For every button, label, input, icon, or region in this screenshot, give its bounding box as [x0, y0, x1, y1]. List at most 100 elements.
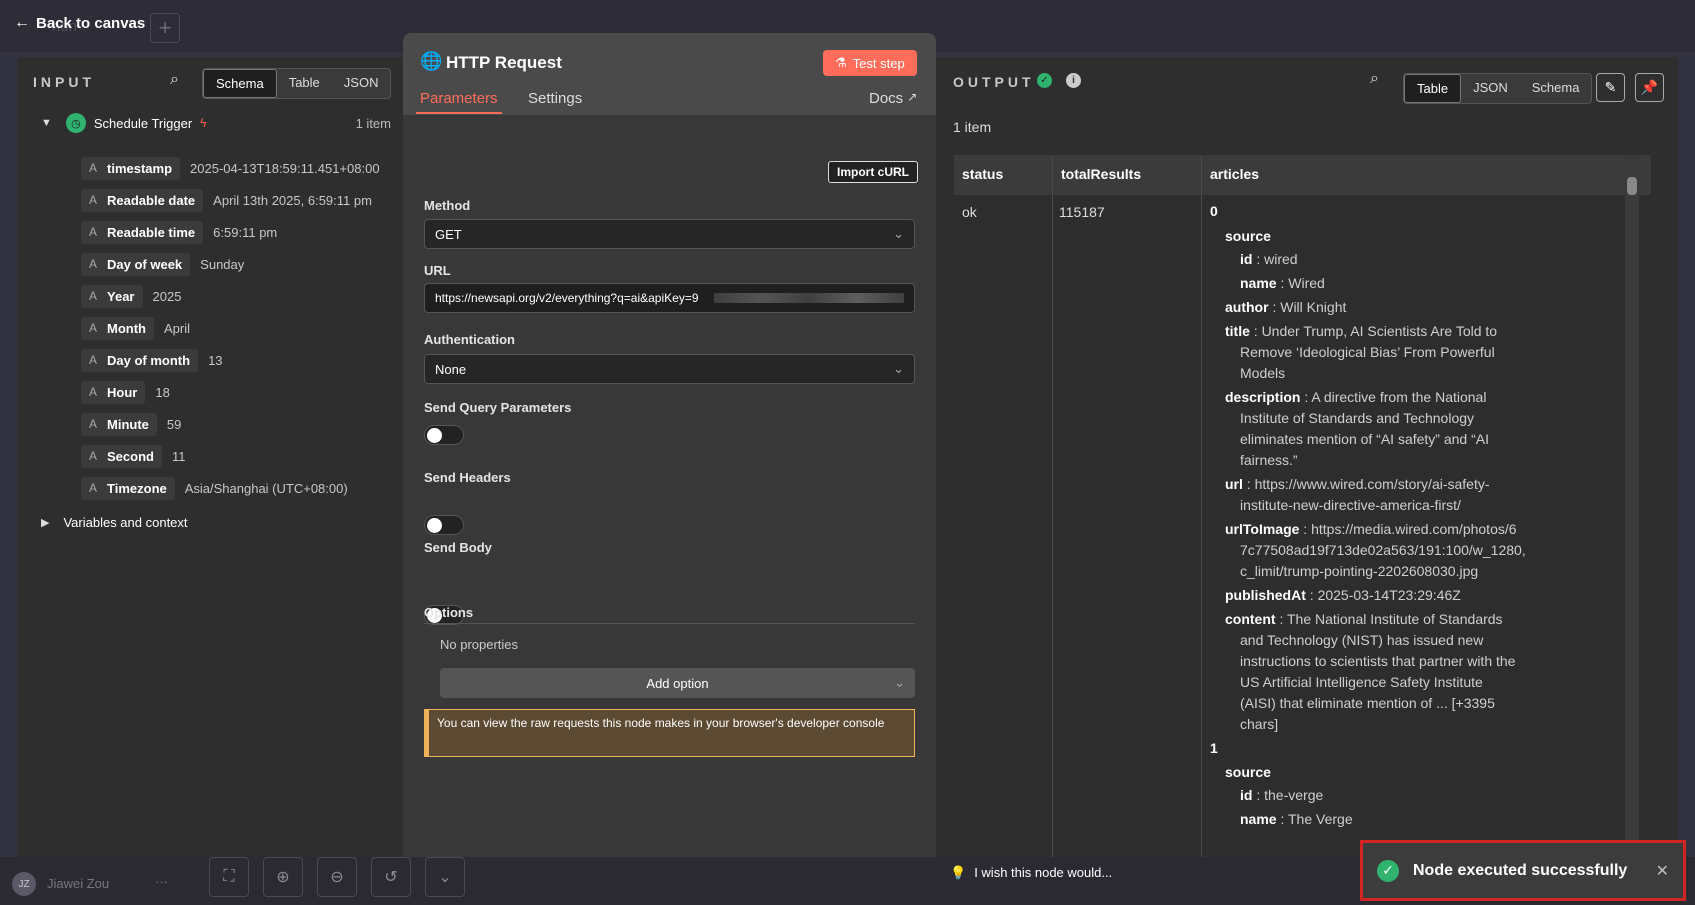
schedule-trigger-row[interactable]: ▼ ◷ Schedule Trigger ϟ 1 item — [41, 112, 391, 134]
output-scrollbar[interactable] — [1625, 155, 1639, 857]
tab-parameters[interactable]: Parameters — [420, 90, 498, 107]
avatar[interactable]: JZ — [12, 872, 36, 896]
column-articles: articles — [1210, 166, 1260, 182]
chevron-right-icon[interactable]: ▶ — [41, 516, 49, 529]
close-icon[interactable]: ✕ — [1656, 861, 1669, 881]
success-toast: ✓ Node executed successfully ✕ — [1360, 840, 1686, 901]
docs-link[interactable]: Docs ↗ — [869, 90, 917, 107]
url-input[interactable]: https://newsapi.org/v2/everything?q=ai&a… — [424, 283, 915, 313]
field-key-pill[interactable]: A Month — [81, 316, 154, 340]
input-title: INPUT — [33, 74, 95, 90]
back-to-canvas-button[interactable]: ← Back to canvas — [14, 12, 145, 34]
output-search-icon[interactable]: ⌕ — [1370, 70, 1379, 88]
urltoimage-value-line: https://media.wired.com/photos/6 — [1311, 521, 1517, 537]
field-key: Month — [107, 320, 146, 336]
pin-icon[interactable]: 📌 — [1635, 73, 1664, 102]
field-key-pill[interactable]: A Day of month — [81, 348, 199, 372]
send-headers-toggle[interactable] — [424, 515, 464, 535]
node-parameters-body: Import cURL Method GET ⌄ URL https://new… — [403, 115, 936, 880]
test-step-label: Test step — [852, 55, 905, 71]
output-view-tabs: Table JSON Schema — [1403, 73, 1593, 104]
tab-settings[interactable]: Settings — [528, 90, 582, 107]
name-key: name — [1240, 811, 1277, 827]
table-header — [954, 155, 1651, 195]
variables-context-row[interactable]: ▶ Variables and context — [41, 515, 188, 530]
id-key: id — [1240, 251, 1253, 267]
source-key: source — [1225, 228, 1271, 244]
tab-output-table[interactable]: Table — [1404, 74, 1462, 103]
schema-field-row[interactable]: A Hour 18 — [81, 379, 170, 405]
authentication-select[interactable]: None ⌄ — [424, 354, 915, 384]
import-curl-button[interactable]: Import cURL — [828, 161, 918, 183]
add-node-button[interactable]: + — [150, 13, 180, 43]
schema-field-row[interactable]: A Timezone Asia/Shanghai (UTC+08:00) — [81, 475, 348, 501]
tab-table[interactable]: Table — [277, 69, 332, 98]
search-icon[interactable]: ⌕ — [170, 71, 179, 89]
more-tools-icon[interactable]: ⌄ — [425, 857, 465, 897]
field-key-pill[interactable]: A Readable date — [81, 188, 204, 212]
method-select[interactable]: GET ⌄ — [424, 219, 915, 249]
scrollbar-thumb[interactable] — [1627, 177, 1637, 195]
developer-console-notice: You can view the raw requests this node … — [424, 709, 915, 757]
description-key: description — [1225, 389, 1301, 405]
tab-output-schema[interactable]: Schema — [1520, 74, 1592, 103]
tab-schema[interactable]: Schema — [203, 69, 277, 98]
chevron-down-icon[interactable]: ▼ — [41, 117, 52, 129]
string-type-icon: A — [89, 161, 98, 175]
test-step-button[interactable]: ⚗ Test step — [823, 50, 917, 76]
schema-field-row[interactable]: A Day of month 13 — [81, 347, 223, 373]
url-label: URL — [424, 263, 451, 278]
content-value-line: instructions to scientists that partner … — [1240, 653, 1516, 669]
options-label: Options — [424, 605, 474, 620]
field-key-pill[interactable]: A Timezone — [81, 476, 175, 500]
field-key-pill[interactable]: Atimestamp — [81, 156, 181, 180]
field-key-pill[interactable]: A Second — [81, 444, 162, 468]
node-title[interactable]: HTTP Request — [446, 53, 562, 73]
add-option-button[interactable]: Add option ⌄ — [440, 668, 915, 698]
schema-field-row[interactable]: A Readable time 6:59:11 pm — [81, 219, 277, 245]
wish-text: I wish this node would... — [974, 865, 1113, 880]
schema-field-row[interactable]: A Month April — [81, 315, 190, 341]
field-key-pill[interactable]: A Hour — [81, 380, 146, 404]
output-title: OUTPUT — [953, 74, 1035, 90]
url-key: url — [1225, 476, 1243, 492]
author-value: Will Knight — [1280, 299, 1347, 315]
more-icon[interactable]: ··· — [155, 874, 168, 889]
tab-output-json[interactable]: JSON — [1461, 74, 1520, 103]
string-type-icon: A — [89, 385, 98, 399]
info-icon[interactable]: i — [1066, 73, 1081, 88]
send-query-toggle[interactable] — [424, 425, 464, 445]
field-value: Asia/Shanghai (UTC+08:00) — [184, 480, 348, 496]
zoom-out-icon[interactable]: ⊖ — [317, 857, 357, 897]
string-type-icon: A — [89, 225, 98, 239]
field-key-pill[interactable]: A Minute — [81, 412, 157, 436]
status-cell: ok — [962, 204, 977, 220]
field-value: Sunday — [200, 256, 245, 272]
schema-field-row[interactable]: A Readable date April 13th 2025, 6:59:11 p… — [81, 187, 372, 213]
schema-field-row[interactable]: A Second 11 — [81, 443, 185, 469]
authentication-value: None — [435, 361, 467, 377]
total-results-cell: 115187 — [1059, 204, 1105, 220]
schema-field-row[interactable]: Atimestamp 2025-04-13T18:59:11.451+08:00 — [81, 155, 380, 181]
field-key-pill[interactable]: A Day of week — [81, 252, 191, 276]
schema-field-row[interactable]: A Day of week Sunday — [81, 251, 244, 277]
schema-field-row[interactable]: A Minute 59 — [81, 411, 181, 437]
schema-field-row[interactable]: A Year 2025 — [81, 283, 181, 309]
article-index: 0 — [1210, 203, 1218, 219]
articles-cell: 0 source id : wired name : Wired author … — [1210, 201, 1640, 830]
zoom-in-icon[interactable]: ⊕ — [263, 857, 303, 897]
field-key-pill[interactable]: A Readable time — [81, 220, 204, 244]
tab-json[interactable]: JSON — [332, 69, 391, 98]
description-value-line: eliminates mention of “AI safety” and “A… — [1240, 431, 1489, 447]
fit-view-icon[interactable]: ⛶ — [209, 857, 249, 897]
string-type-icon: A — [89, 289, 98, 303]
field-key-pill[interactable]: A Year — [81, 284, 143, 308]
edit-pencil-icon[interactable]: ✎ — [1596, 73, 1625, 102]
string-type-icon: A — [89, 257, 98, 271]
undo-icon[interactable]: ↺ — [371, 857, 411, 897]
field-key: Readable date — [107, 192, 196, 208]
feedback-prompt[interactable]: 💡 I wish this node would... — [950, 865, 1112, 881]
string-type-icon: A — [89, 193, 98, 207]
field-value: 59 — [166, 416, 182, 432]
authentication-label: Authentication — [424, 332, 515, 347]
